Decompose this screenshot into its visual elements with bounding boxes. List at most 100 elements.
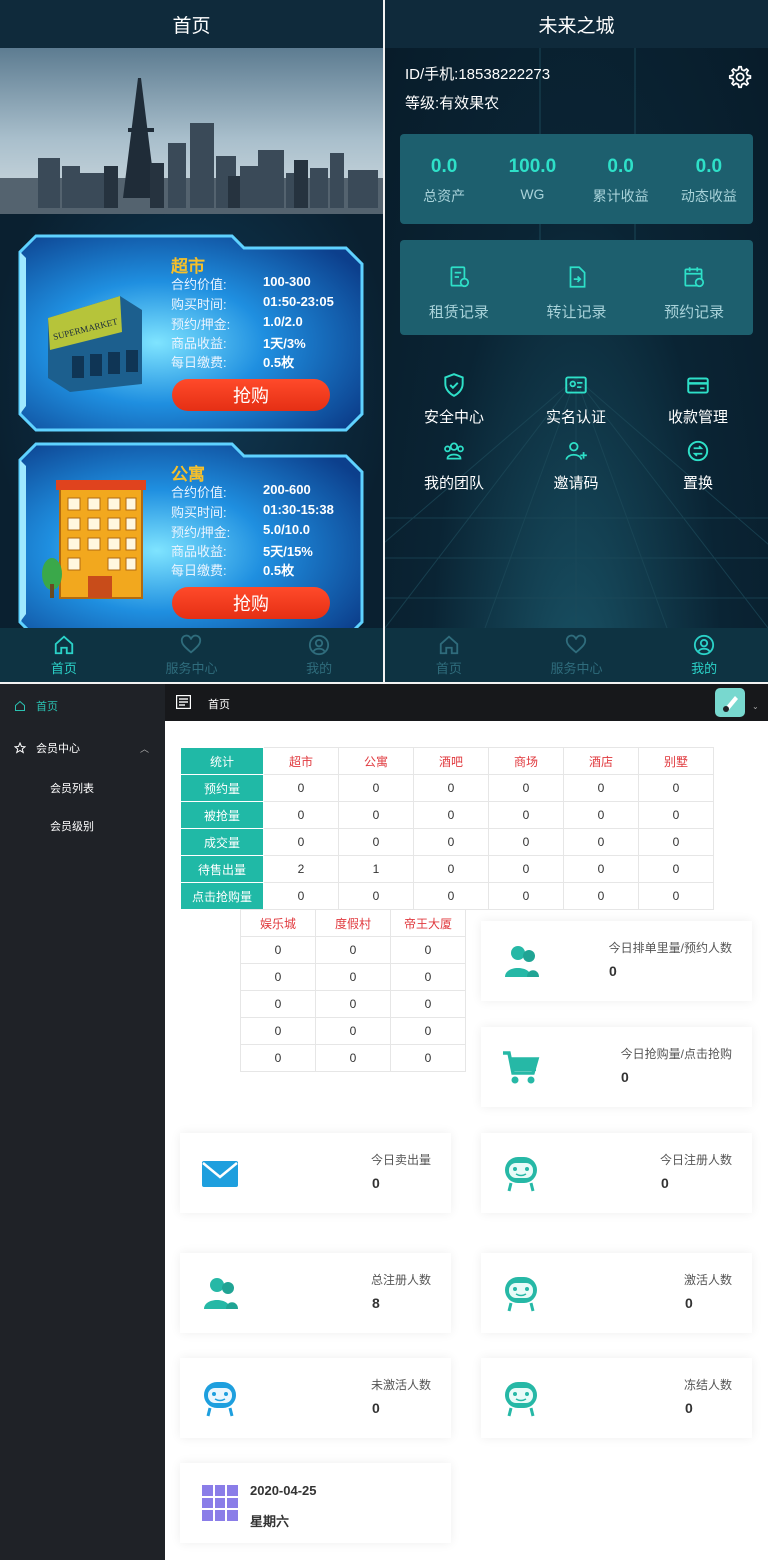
- table-row: 000: [240, 1017, 466, 1045]
- page-title: 首页: [0, 0, 383, 48]
- users-icon: [505, 946, 539, 977]
- city-banner-image: [0, 48, 383, 214]
- sidebar-item-member-level[interactable]: 会员级别: [50, 818, 94, 834]
- table-row: 000: [240, 963, 466, 991]
- tab-mine[interactable]: 我的: [269, 634, 369, 677]
- card-row-contract-value: 合约价值: 100-300: [171, 274, 311, 292]
- add-user-icon: [565, 442, 587, 460]
- sidebar-item-home[interactable]: 首页: [0, 698, 165, 714]
- card-row-contract-value: 合约价值: 200-600: [171, 482, 311, 500]
- user-icon: [694, 634, 715, 655]
- face-icon: [505, 1382, 537, 1417]
- table-row: 点击抢购量 000000: [180, 882, 714, 910]
- menu-toggle-icon[interactable]: [176, 695, 191, 709]
- shield-icon: [444, 373, 464, 397]
- kpi-frozen: 冻结人数 0: [481, 1358, 752, 1438]
- menu-security-center[interactable]: 安全中心: [394, 372, 514, 427]
- rental-records-button[interactable]: 租赁记录: [400, 240, 518, 335]
- home-icon: [54, 635, 73, 654]
- calendar-clock-icon: [684, 267, 705, 288]
- table-header-row: 统计 超市 公寓 酒吧 商场 酒店 别墅: [180, 747, 714, 775]
- home-icon: [15, 700, 25, 711]
- transfer-icon: [569, 266, 585, 288]
- buy-button[interactable]: 抢购: [172, 587, 330, 619]
- table-row: 待售出量 210000: [180, 855, 714, 883]
- stat-cumulative-income: 0.0 累计收益: [592, 156, 649, 204]
- current-date: 2020-04-25: [250, 1483, 317, 1498]
- kpi-inactive: 未激活人数 0: [180, 1358, 451, 1438]
- card-row-income: 商品收益: 5天/15%: [171, 544, 313, 559]
- card-row-buy-time: 购买时间: 01:30-15:38: [171, 502, 334, 520]
- right-phone-screen: 未来之城 ID/手机:18538222273 等级:有效果农 0.0 总资产 10…: [385, 0, 768, 682]
- menu-my-team[interactable]: 我的团队: [394, 438, 514, 493]
- tab-service-center[interactable]: 服务中心: [141, 634, 241, 677]
- tab-home[interactable]: 首页: [14, 634, 114, 677]
- kpi-total-registrations: 总注册人数 8: [180, 1253, 451, 1333]
- left-phone-screen: 首页 SUPERMARKET 超市 合约价值: 100-300 购买时间: 01…: [0, 0, 383, 682]
- avatar[interactable]: [715, 688, 745, 717]
- product-card-apartment[interactable]: 公寓 合约价值: 200-600 购买时间: 01:30-15:38 预约/押金: 5…: [18, 442, 364, 640]
- admin-topbar: 首页 ⌄: [165, 684, 768, 721]
- menu-exchange[interactable]: 置换: [638, 438, 758, 493]
- bottom-tab-bar: 首页 服务中心 我的: [385, 628, 768, 682]
- chevron-up-icon: ︿: [139, 743, 149, 754]
- tab-mine[interactable]: 我的: [654, 634, 754, 677]
- table-header-row: 娱乐城 度假村 帝王大厦: [240, 909, 466, 937]
- table-row: 000: [240, 1044, 466, 1072]
- supermarket-building-icon: SUPERMARKET: [48, 296, 142, 392]
- user-level: 等级:有效果农: [405, 95, 500, 112]
- sidebar-item-member-center[interactable]: 会员中心 ︿: [0, 740, 165, 756]
- sidebar-item-member-list[interactable]: 会员列表: [50, 780, 94, 796]
- breadcrumb: 首页: [208, 699, 230, 711]
- table-row: 预约量 000000: [180, 774, 714, 802]
- credit-card-icon: [687, 377, 709, 394]
- kpi-today-queue-reservations: 今日排单里量/预约人数 0: [481, 921, 752, 1001]
- star-icon: [14, 742, 26, 754]
- product-list: SUPERMARKET 超市 合约价值: 100-300 购买时间: 01:50-2…: [0, 214, 383, 640]
- card-row-daily-fee: 每日缴费: 0.5枚: [171, 563, 295, 578]
- face-icon: [204, 1382, 236, 1417]
- admin-dashboard: 统计 超市 公寓 酒吧 商场 酒店 别墅 预约量 000000 被抢量 0000…: [165, 721, 768, 1560]
- kpi-today-grab-clicks: 今日抢购量/点击抢购 0: [481, 1027, 752, 1107]
- kpi-activated: 激活人数 0: [481, 1253, 752, 1333]
- gear-icon[interactable]: [726, 64, 752, 90]
- exchange-icon: [687, 440, 709, 462]
- menu-real-name-auth[interactable]: 实名认证: [516, 372, 636, 427]
- document-icon: [450, 266, 469, 288]
- kpi-today-registrations: 今日注册人数 0: [481, 1133, 752, 1213]
- stats-table-extra: 娱乐城 度假村 帝王大厦 000 000 000 000 000: [240, 909, 466, 1072]
- user-id-phone: ID/手机:18538222273: [405, 66, 551, 83]
- transfer-records-button[interactable]: 转让记录: [518, 240, 636, 335]
- team-icon: [444, 442, 464, 460]
- tab-service-center[interactable]: 服务中心: [526, 634, 626, 677]
- mail-icon: [202, 1161, 238, 1187]
- stat-wg: 100.0 WG: [508, 156, 557, 202]
- kpi-today-sold: 今日卖出量 0: [180, 1133, 451, 1213]
- bottom-tab-bar: 首页 服务中心 我的: [0, 628, 383, 682]
- cart-icon: [503, 1051, 540, 1084]
- product-card-supermarket[interactable]: SUPERMARKET 超市 合约价值: 100-300 购买时间: 01:50-2…: [18, 234, 364, 432]
- records-panel: 租赁记录 转让记录 预约记录: [400, 240, 753, 335]
- home-icon: [439, 635, 458, 654]
- table-row: 被抢量 000000: [180, 801, 714, 829]
- users-icon: [204, 1278, 238, 1309]
- menu-invite-code[interactable]: 邀请码: [516, 438, 636, 493]
- avatar-icon: [723, 696, 738, 712]
- id-card-icon: [565, 376, 587, 394]
- card-row-deposit: 预约/押金: 1.0/2.0: [171, 314, 303, 332]
- apartment-building-icon: [42, 480, 146, 599]
- menu-payment-management[interactable]: 收款管理: [638, 372, 758, 427]
- card-row-income: 商品收益: 1天/3%: [171, 336, 306, 351]
- reservation-records-button[interactable]: 预约记录: [635, 240, 753, 335]
- tab-home[interactable]: 首页: [399, 634, 499, 677]
- buy-button[interactable]: 抢购: [172, 379, 330, 411]
- asset-stats-panel: 0.0 总资产 100.0 WG 0.0 累计收益 0.0 动态收益: [400, 134, 753, 224]
- date-card: 2020-04-25 星期六: [180, 1463, 451, 1543]
- calendar-grid-icon: [202, 1485, 238, 1521]
- card-row-buy-time: 购买时间: 01:50-23:05: [171, 294, 334, 312]
- stats-table-main: 统计 超市 公寓 酒吧 商场 酒店 别墅 预约量 000000 被抢量 0000…: [180, 747, 714, 910]
- page-title: 未来之城: [385, 0, 768, 48]
- face-icon: [505, 1277, 537, 1312]
- table-row: 000: [240, 990, 466, 1018]
- chevron-down-icon[interactable]: ⌄: [752, 702, 759, 711]
